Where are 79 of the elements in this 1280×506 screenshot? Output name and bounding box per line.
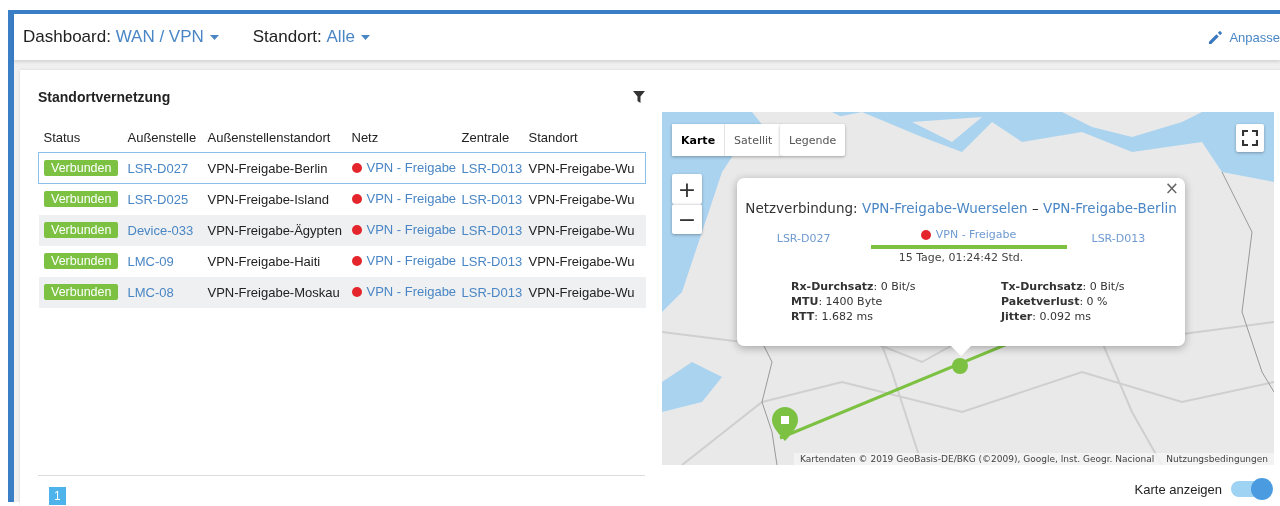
column-header[interactable]: Netz <box>346 122 457 153</box>
page-button[interactable]: 1 <box>49 487 66 505</box>
status-badge: Verbunden <box>44 222 119 238</box>
central-link[interactable]: LSR-D013 <box>461 253 523 269</box>
status-dot <box>351 193 362 204</box>
stat-text: Rx-Durchsatz: 0 Bit/s <box>791 280 917 293</box>
table-cell: VPN-Freigabe-Wu <box>528 222 635 238</box>
table-row[interactable]: Verbunden LMC-09 VPN-Freigabe-Haiti VPN - Freigabe LSR-D013 VPN-Freigabe-Wu <box>38 245 646 277</box>
table-row[interactable]: Verbunden LMC-08 VPN-Freigabe-Moskau VPN - Freigabe LSR-D013 VPN-Freigabe-Wu <box>38 276 646 308</box>
central-link[interactable]: LSR-D013 <box>461 160 523 176</box>
zoom-in-button[interactable]: + <box>672 174 702 204</box>
status-dot <box>920 229 931 240</box>
status-badge: Verbunden <box>44 191 119 207</box>
terms-link[interactable]: Nutzungsbedingungen <box>1166 454 1268 464</box>
map-pin-icon[interactable] <box>772 407 798 441</box>
stat-text: Paketverlust: 0 % <box>1001 295 1109 308</box>
location-dropdown[interactable]: Alle <box>326 27 370 47</box>
popup-label: Netzverbindung: <box>745 200 858 216</box>
legend-button[interactable]: Legende <box>780 124 846 156</box>
network-link[interactable]: VPN - Freigabe <box>935 228 1017 241</box>
network-link[interactable]: VPN - Freigabe <box>366 160 457 176</box>
customize-button[interactable]: Anpasse <box>1208 29 1280 45</box>
stat-text: Jitter: 0.092 ms <box>1001 310 1092 323</box>
map-attribution: Kartendaten © 2019 GeoBasis-DE/BKG (©2009), Google, Inst. Geogr. Nacional <box>800 454 1155 464</box>
filter-icon[interactable] <box>633 91 645 103</box>
device-link[interactable]: LSR-D013 <box>1091 232 1146 245</box>
table-cell: VPN-Freigabe-Wu <box>528 160 635 176</box>
caret-icon <box>209 34 219 40</box>
table-row[interactable]: Verbunden LSR-D025 VPN-Freigabe-Island VPN - Freigabe LSR-D013 VPN-Freigabe-Wu <box>38 183 646 215</box>
status-badge: Verbunden <box>44 284 119 300</box>
map-type-button[interactable]: Karte <box>672 124 725 156</box>
network-link[interactable]: VPN - Freigabe <box>366 253 457 269</box>
table-cell: VPN-Freigabe-Haiti <box>207 253 321 269</box>
separator: – <box>1031 200 1039 216</box>
pencil-icon <box>1208 29 1224 45</box>
dashboard-label: Dashboard: <box>23 27 111 47</box>
caret-icon <box>360 34 370 40</box>
fullscreen-button[interactable] <box>1236 124 1264 152</box>
toggle-label: Karte anzeigen <box>1134 481 1222 497</box>
branch-link[interactable]: LSR-D025 <box>127 191 189 207</box>
table-cell: VPN-Freigabe-Wu <box>528 284 635 300</box>
column-header[interactable]: Außenstelle <box>122 122 203 153</box>
stat-text: MTU: 1400 Byte <box>791 295 884 308</box>
branch-link[interactable]: LMC-09 <box>127 253 174 269</box>
site-link[interactable]: VPN-Freigabe-Wuerselen <box>861 200 1028 216</box>
status-badge: Verbunden <box>44 253 119 269</box>
site-link[interactable]: VPN-Freigabe-Berlin <box>1042 200 1177 216</box>
device-link[interactable]: LSR-D027 <box>776 232 831 245</box>
status-dot <box>351 162 362 173</box>
location-label: Standort: <box>252 27 322 47</box>
column-header[interactable]: Außenstellenstandort <box>202 122 347 153</box>
column-header[interactable]: Standort <box>523 122 646 153</box>
status-dot <box>351 224 362 235</box>
status-dot <box>351 286 362 297</box>
network-link[interactable]: VPN - Freigabe <box>366 191 457 207</box>
stat-text: Tx-Durchsatz: 0 Bit/s <box>1001 280 1126 293</box>
table-cell: VPN-Freigabe-Ägypten <box>207 222 342 238</box>
node-marker[interactable] <box>952 358 968 374</box>
column-header[interactable]: Zentrale <box>456 122 524 153</box>
table-cell: VPN-Freigabe-Wu <box>528 253 635 269</box>
map-type-button[interactable]: Satellit <box>724 124 782 156</box>
table-cell: VPN-Freigabe-Island <box>207 191 329 207</box>
column-header[interactable]: Status <box>38 122 123 153</box>
uptime-text: 15 Tage, 01:24:42 Std. <box>898 251 1024 264</box>
table-cell: VPN-Freigabe-Moskau <box>207 284 340 300</box>
close-button[interactable]: × <box>1164 178 1179 198</box>
status-badge: Verbunden <box>44 160 119 176</box>
table-row[interactable]: Verbunden Device-033 VPN-Freigabe-Ägypten VPN - Freigabe LSR-D013 VPN-Freigabe-Wu <box>38 214 646 246</box>
fullscreen-icon <box>1242 130 1258 146</box>
dashboard-dropdown[interactable]: WAN / VPN <box>115 27 219 47</box>
branch-link[interactable]: LSR-D027 <box>127 160 189 176</box>
central-link[interactable]: LSR-D013 <box>461 191 523 207</box>
status-dot <box>351 255 362 266</box>
table-cell: VPN-Freigabe-Wu <box>528 191 635 207</box>
stat-text: RTT: 1.682 ms <box>791 310 874 323</box>
table-row[interactable]: Verbunden LSR-D027 VPN-Freigabe-Berlin VPN - Freigabe LSR-D013 VPN-Freigabe-Wu <box>38 152 646 184</box>
table-cell: VPN-Freigabe-Berlin <box>207 160 328 176</box>
zoom-out-button[interactable]: − <box>672 204 702 234</box>
panel-title: Standortvernetzung <box>38 89 171 105</box>
